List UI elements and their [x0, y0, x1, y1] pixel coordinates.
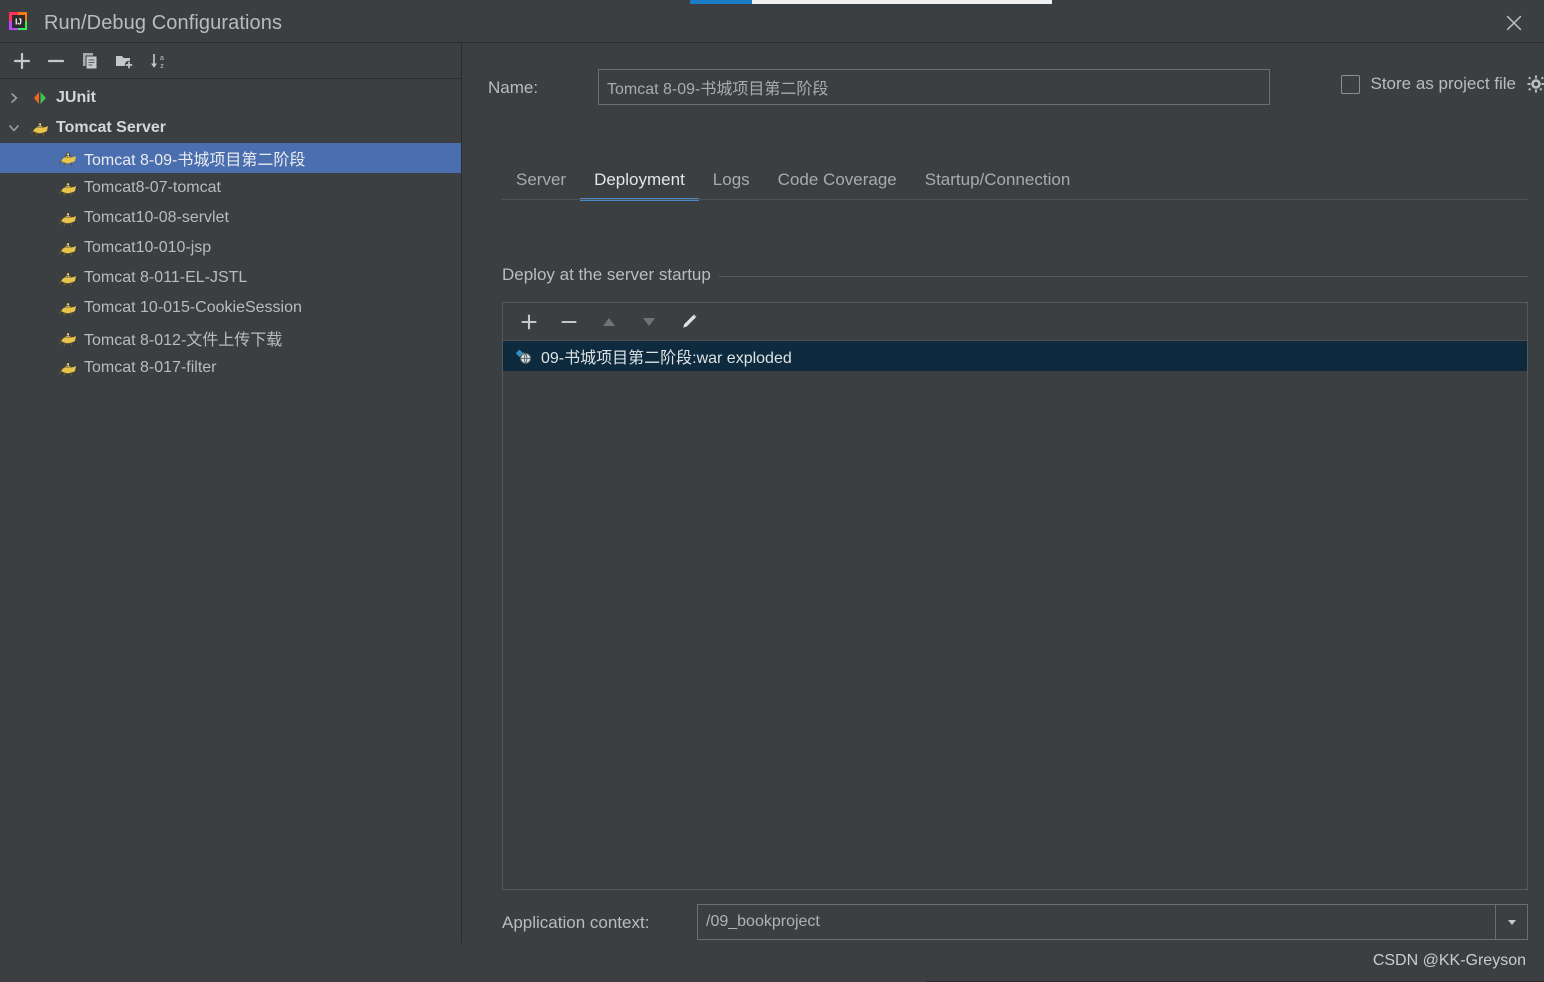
svg-text:a: a — [160, 55, 164, 62]
tab-logs[interactable]: Logs — [699, 170, 764, 201]
application-context-row: Application context: — [502, 904, 1528, 942]
sidebar-item-tomcat-8-017-filter[interactable]: Tomcat 8-017-filter — [0, 353, 461, 383]
tab-deployment[interactable]: Deployment — [580, 170, 699, 201]
store-as-project-file-label: Store as project file — [1370, 74, 1516, 93]
configuration-tabs: Server Deployment Logs Code Coverage Sta… — [502, 156, 1528, 201]
sidebar-item-label: Tomcat8-07-tomcat — [84, 179, 221, 196]
move-down-button[interactable] — [631, 307, 667, 337]
tabs-underline — [502, 199, 1528, 200]
watermark-text: CSDN @KK-Greyson — [1372, 952, 1526, 969]
tab-server[interactable]: Server — [502, 170, 580, 201]
chevron-right-icon[interactable] — [0, 91, 28, 105]
configurations-sidebar: a z JUnit Tomcat Server Tomcat 8-09-书城项目… — [0, 43, 462, 943]
chevron-down-icon[interactable] — [0, 121, 28, 135]
application-context-combobox[interactable] — [697, 904, 1528, 940]
sidebar-item-label: Tomcat10-08-servlet — [84, 209, 229, 226]
sort-configurations-button[interactable]: a z — [142, 46, 174, 76]
deployment-artifact-list[interactable]: 09-书城项目第二阶段:war exploded — [503, 341, 1527, 371]
deployment-list-item-label: 09-书城项目第二阶段:war exploded — [541, 350, 792, 367]
artifact-icon — [513, 346, 533, 366]
tomcat-icon — [56, 180, 80, 196]
deploy-group-title: Deploy at the server startup — [502, 265, 719, 285]
tab-label: Startup/Connection — [924, 170, 1071, 189]
deployment-list-item[interactable]: 09-书城项目第二阶段:war exploded — [503, 341, 1527, 371]
arrow-up-icon — [603, 317, 615, 326]
junit-icon — [28, 89, 52, 107]
tomcat-icon — [56, 300, 80, 316]
sidebar-item-label: Tomcat 8-09-书城项目第二阶段 — [84, 152, 306, 169]
tomcat-icon — [56, 150, 80, 166]
configuration-detail-panel: Name: Store as project file Server Deplo… — [463, 43, 1544, 982]
tab-label: Server — [516, 170, 567, 189]
sort-alpha-icon: a z — [151, 53, 164, 70]
application-context-dropdown-button[interactable] — [1495, 905, 1527, 939]
application-context-input[interactable] — [698, 905, 1495, 939]
deployment-toolbar — [503, 303, 1527, 341]
page-title: Run/Debug Configurations — [44, 11, 283, 34]
sidebar-item-tomcat-8-09[interactable]: Tomcat 8-09-书城项目第二阶段 — [0, 143, 461, 173]
sidebar-item-tomcat10-08-servlet[interactable]: Tomcat10-08-servlet — [0, 203, 461, 233]
remove-artifact-button[interactable] — [551, 307, 587, 337]
pencil-icon — [683, 313, 697, 328]
sidebar-item-label: Tomcat 10-015-CookieSession — [84, 299, 302, 316]
tomcat-icon — [56, 330, 80, 346]
dialog-title-bar: IJ Run/Debug Configurations — [0, 4, 1544, 42]
close-button[interactable] — [1492, 4, 1536, 42]
sidebar-item-label: Tomcat 8-012-文件上传下载 — [84, 332, 283, 349]
tomcat-icon — [56, 210, 80, 226]
store-as-project-file-checkbox[interactable]: Store as project file — [1341, 74, 1544, 94]
add-artifact-button[interactable] — [511, 307, 547, 337]
tomcat-icon — [56, 270, 80, 286]
name-row: Name: Store as project file — [488, 69, 1544, 107]
tree-group-junit[interactable]: JUnit — [0, 83, 461, 113]
edit-artifact-button[interactable] — [671, 307, 707, 337]
sidebar-item-label: Tomcat 8-017-filter — [84, 359, 217, 376]
copy-configuration-button[interactable] — [74, 46, 106, 76]
checkbox-box[interactable] — [1341, 74, 1361, 94]
move-up-button[interactable] — [591, 307, 627, 337]
close-icon — [1506, 15, 1522, 31]
sidebar-item-tomcat-10-015-cookiesession[interactable]: Tomcat 10-015-CookieSession — [0, 293, 461, 323]
svg-text:IJ: IJ — [15, 18, 22, 27]
sidebar-item-tomcat-8-011-el-jstl[interactable]: Tomcat 8-011-EL-JSTL — [0, 263, 461, 293]
sidebar-toolbar: a z — [0, 43, 461, 79]
gear-icon[interactable] — [1526, 74, 1544, 94]
minus-icon — [561, 320, 577, 323]
sidebar-item-tomcat10-010-jsp[interactable]: Tomcat10-010-jsp — [0, 233, 461, 263]
tree-group-tomcat-server-label: Tomcat Server — [56, 119, 166, 136]
tab-label: Deployment — [594, 170, 685, 189]
svg-text:z: z — [160, 63, 164, 70]
tree-group-junit-label: JUnit — [56, 89, 96, 106]
sidebar-item-label: Tomcat10-010-jsp — [84, 239, 212, 256]
copy-icon — [83, 52, 98, 69]
tomcat-icon — [56, 240, 80, 256]
plus-icon — [521, 313, 537, 330]
remove-configuration-button[interactable] — [40, 46, 72, 76]
intellij-idea-logo-icon: IJ — [8, 11, 32, 35]
tomcat-icon — [28, 120, 52, 136]
tab-startup-connection[interactable]: Startup/Connection — [911, 170, 1085, 201]
folder-add-icon — [116, 55, 134, 69]
arrow-down-icon — [643, 317, 655, 326]
sidebar-item-tomcat-8-012-file-upload[interactable]: Tomcat 8-012-文件上传下载 — [0, 323, 461, 353]
save-configuration-button[interactable] — [108, 46, 140, 76]
tree-group-tomcat-server[interactable]: Tomcat Server — [0, 113, 461, 143]
tab-label: Code Coverage — [777, 170, 897, 189]
name-label: Name: — [488, 78, 539, 97]
deployment-panel: 09-书城项目第二阶段:war exploded — [502, 302, 1528, 890]
configuration-tree: JUnit Tomcat Server Tomcat 8-09-书城项目第二阶段… — [0, 79, 461, 383]
chevron-down-icon — [1507, 920, 1516, 925]
name-input[interactable] — [598, 69, 1270, 105]
add-configuration-button[interactable] — [6, 46, 38, 76]
sidebar-item-tomcat8-07-tomcat[interactable]: Tomcat8-07-tomcat — [0, 173, 461, 203]
minus-icon — [47, 59, 65, 62]
sidebar-item-label: Tomcat 8-011-EL-JSTL — [84, 269, 248, 286]
tab-code-coverage[interactable]: Code Coverage — [764, 170, 911, 201]
tab-label: Logs — [712, 170, 750, 189]
deploy-group-divider — [718, 276, 1528, 277]
plus-icon — [13, 52, 31, 69]
application-context-label: Application context: — [502, 913, 650, 932]
tomcat-icon — [56, 360, 80, 376]
